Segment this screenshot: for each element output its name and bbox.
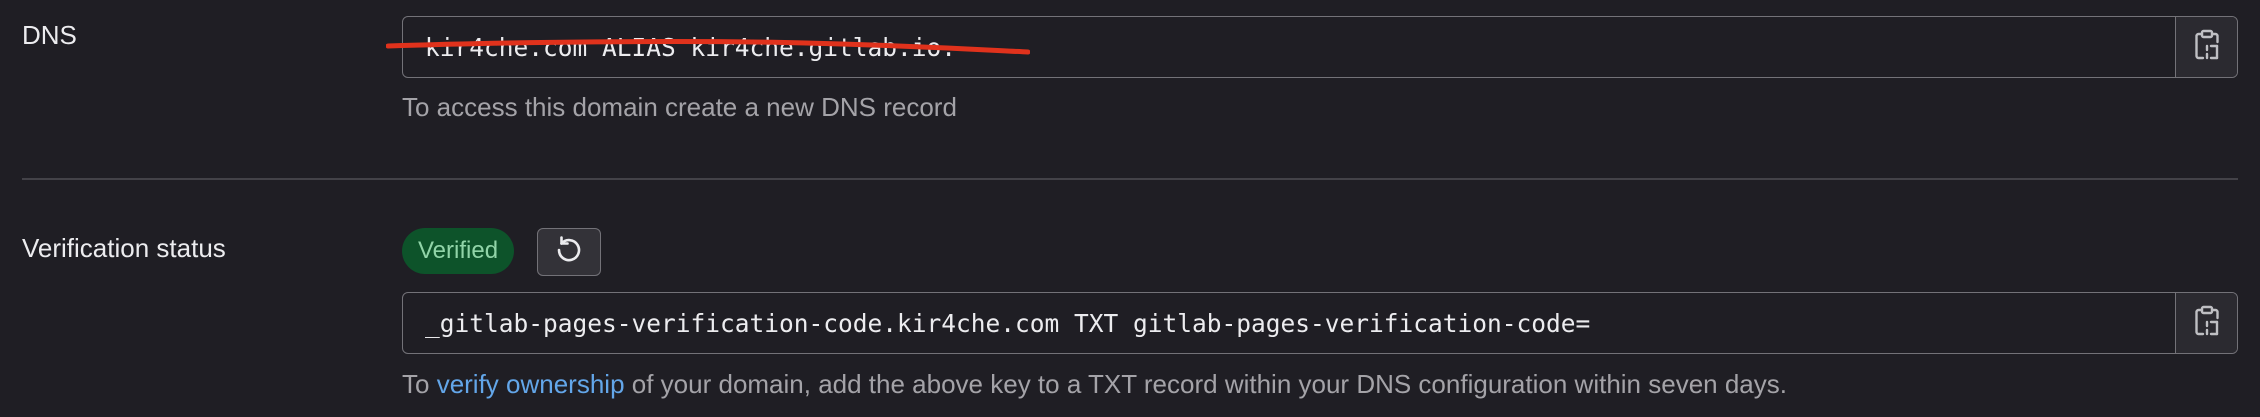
copy-verification-record-button[interactable] [2175,293,2237,353]
verification-record-field[interactable]: _gitlab-pages-verification-code.kir4che.… [402,292,2238,354]
verified-status-badge: Verified [402,228,515,274]
helper-prefix: To [402,369,437,399]
verification-helper-text: To verify ownership of your domain, add … [402,369,1787,400]
retry-icon [553,234,585,271]
dns-label: DNS [22,20,77,50]
helper-suffix: of your domain, add the above key to a T… [624,369,1787,399]
dns-record-field[interactable]: kir4che.com ALIAS kir4che.gitlab.io. [402,16,2238,78]
section-divider [22,178,2238,180]
verification-status-label: Verification status [22,233,226,263]
dns-record-value[interactable]: kir4che.com ALIAS kir4che.gitlab.io. [425,17,956,77]
retry-verification-button[interactable] [537,228,601,276]
dns-helper-text: To access this domain create a new DNS r… [402,92,957,122]
copy-dns-record-button[interactable] [2175,17,2237,77]
verify-ownership-link[interactable]: verify ownership [437,369,625,399]
copy-to-clipboard-icon [2193,305,2221,342]
copy-to-clipboard-icon [2193,29,2221,66]
verification-record-value[interactable]: _gitlab-pages-verification-code.kir4che.… [425,293,1590,353]
